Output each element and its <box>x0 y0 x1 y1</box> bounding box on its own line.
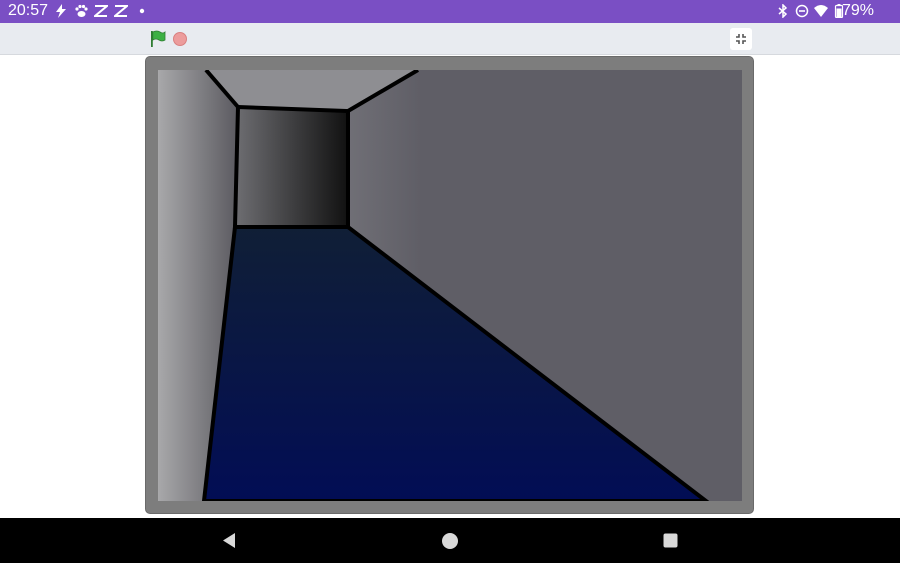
back-triangle-icon[interactable] <box>221 532 237 549</box>
stage-frame <box>145 56 754 514</box>
game-stage[interactable] <box>158 70 742 501</box>
capcut-icon <box>114 5 128 17</box>
corridor-end-wall <box>232 104 350 229</box>
status-bar: 20:57 79% <box>0 0 900 23</box>
recents-square-icon[interactable] <box>663 533 678 548</box>
bluetooth-icon <box>778 4 788 18</box>
stop-icon[interactable] <box>173 32 187 46</box>
flash-icon <box>56 4 66 18</box>
dnd-icon <box>795 4 809 18</box>
capcut-icon <box>94 5 108 17</box>
exit-fullscreen-icon[interactable] <box>730 28 752 50</box>
dot-icon <box>139 8 145 14</box>
navigation-bar <box>0 518 900 563</box>
home-circle-icon[interactable] <box>441 532 459 550</box>
paw-icon <box>75 4 88 17</box>
status-time: 20:57 <box>8 2 49 19</box>
battery-percent: 79% <box>841 2 874 19</box>
player-toolbar <box>0 23 900 55</box>
wifi-icon <box>814 5 828 17</box>
green-flag-icon[interactable] <box>148 29 168 49</box>
